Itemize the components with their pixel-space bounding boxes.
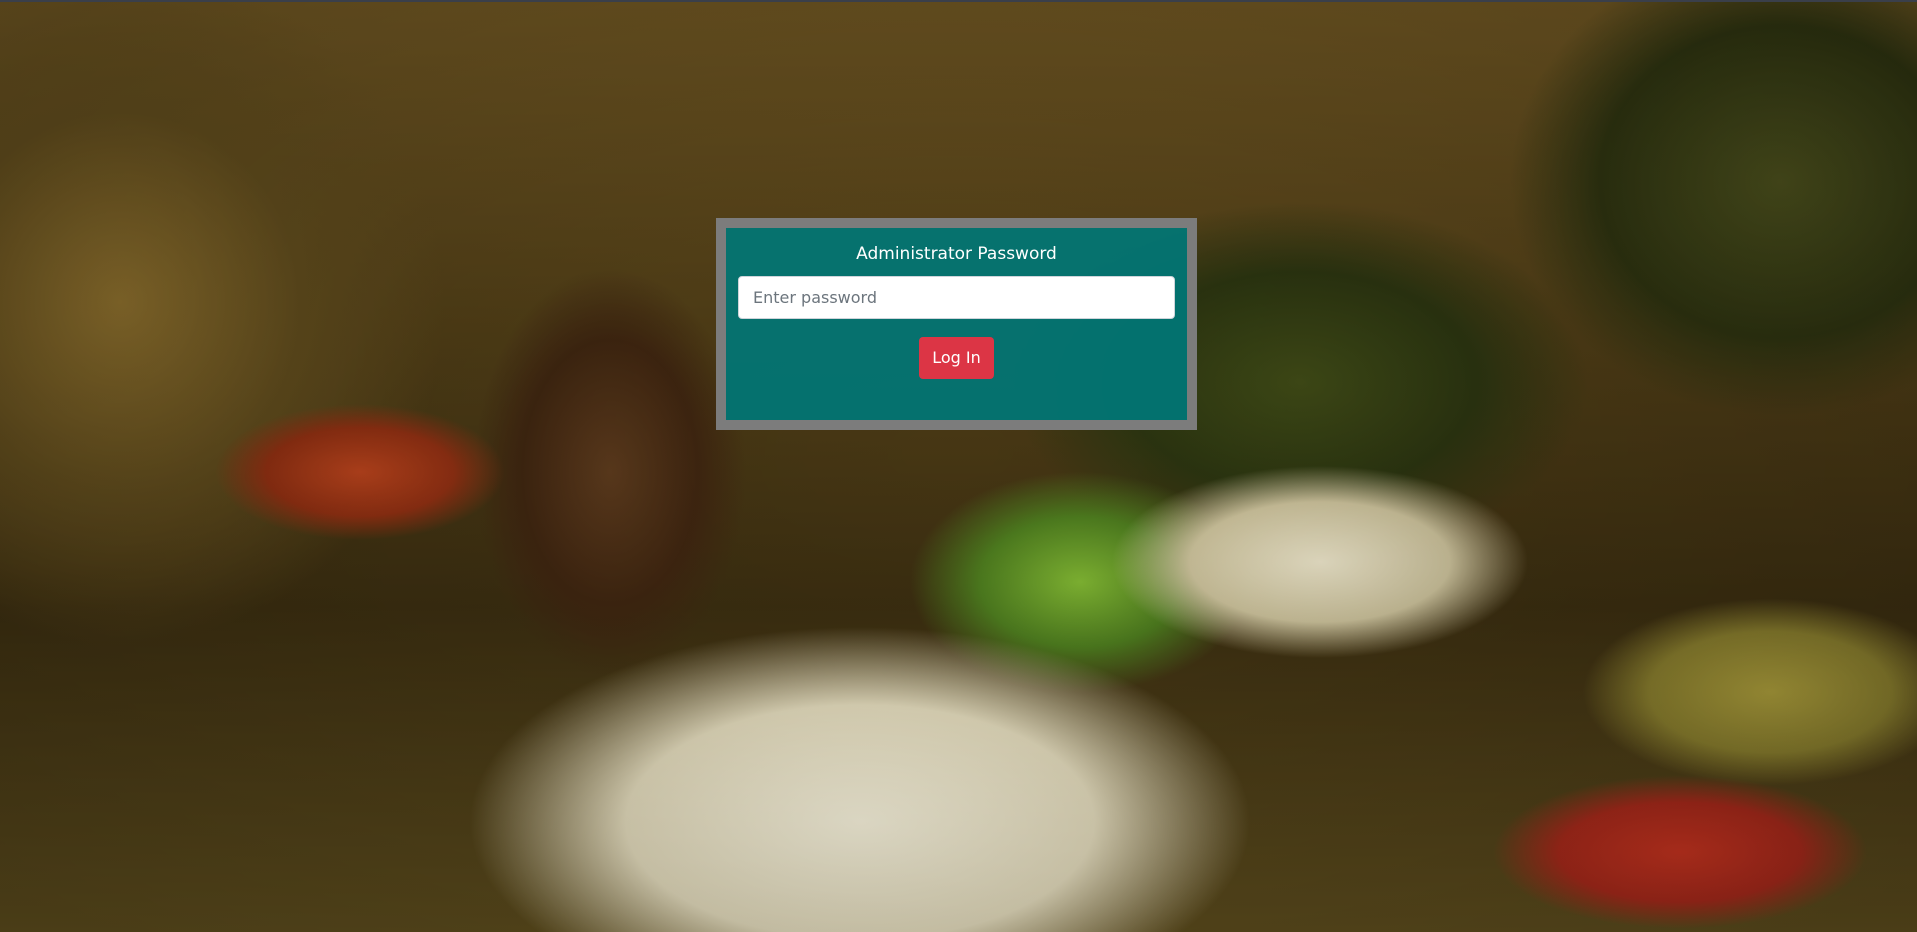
login-title: Administrator Password [856,244,1057,264]
login-page: Administrator Password Log In [0,0,1917,932]
login-button[interactable]: Log In [919,337,994,379]
login-panel: Administrator Password Log In [716,218,1197,430]
password-input[interactable] [738,276,1175,319]
herbal-spices-background-image [0,2,1917,932]
